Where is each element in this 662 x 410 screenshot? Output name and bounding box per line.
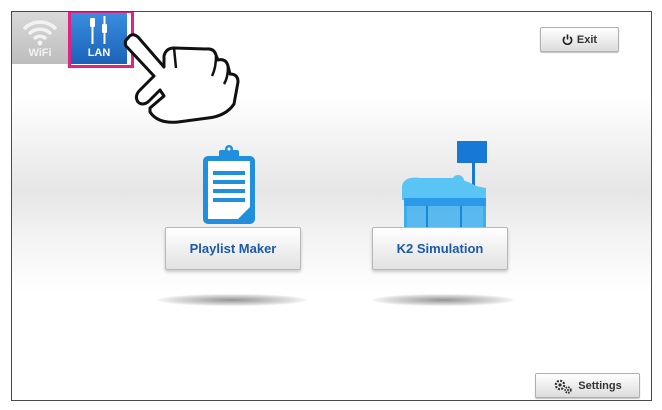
gears-icon [554,379,572,394]
wifi-icon [22,20,58,46]
app-screen: WiFi LAN Exit Playlist Maker K2 Simulati… [11,11,652,401]
settings-button[interactable]: Settings [535,373,640,398]
exit-button[interactable]: Exit [540,27,619,52]
k2-simulation-shadow [372,294,514,306]
k2-simulation-label: K2 Simulation [396,241,484,256]
playlist-maker-label: Playlist Maker [189,241,277,256]
playlist-maker-button[interactable]: Playlist Maker [165,227,301,270]
power-icon [562,34,573,45]
hospital-bed-icon [402,141,487,239]
clipboard-list-icon [203,145,255,224]
pointing-hand-icon [123,33,240,124]
k2-simulation-button[interactable]: K2 Simulation [372,227,508,270]
tab-wifi-label: WiFi [28,47,52,59]
top-bar: WiFi LAN Exit [12,12,651,68]
playlist-maker-shadow [157,294,307,306]
settings-label: Settings [578,379,622,392]
tab-wifi[interactable]: WiFi [12,12,69,64]
exit-label: Exit [576,33,598,46]
